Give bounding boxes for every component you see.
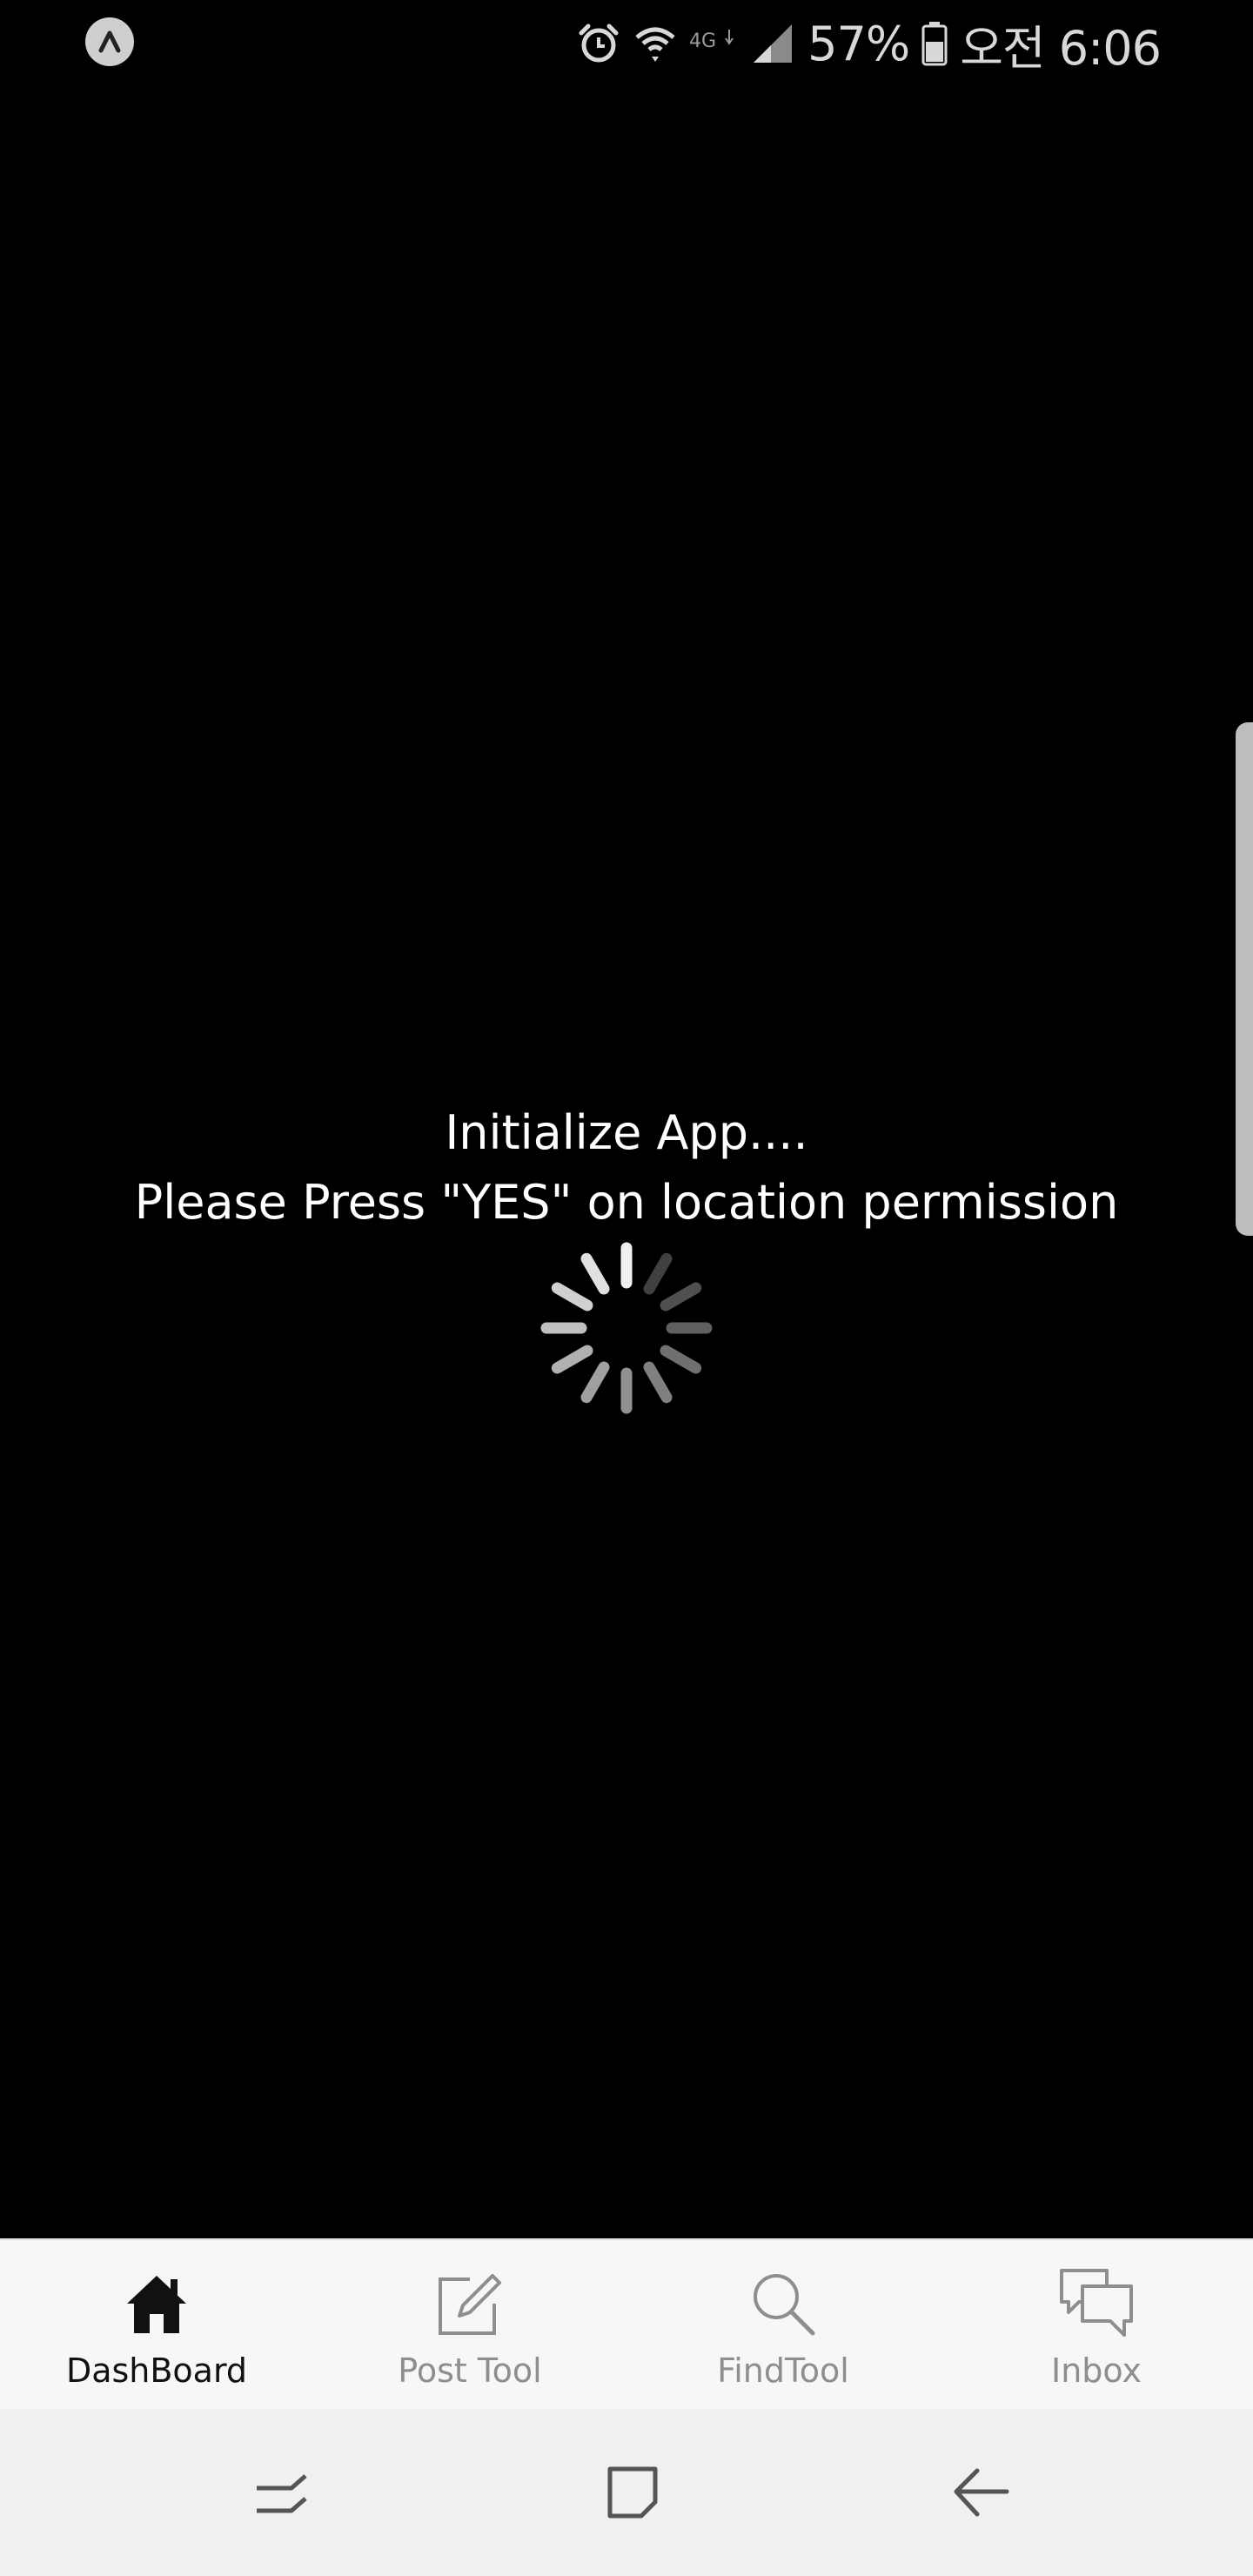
spinner-spoke (660, 1282, 702, 1311)
alarm-icon (576, 21, 621, 66)
spinner-spoke (660, 1345, 702, 1374)
back-icon[interactable] (938, 2449, 1025, 2536)
edit-icon (428, 2264, 512, 2343)
system-nav-bar (0, 2409, 1253, 2576)
loading-instruction: Please Press "YES" on location permissio… (134, 1175, 1119, 1230)
recent-apps-icon[interactable] (238, 2449, 325, 2536)
spinner-spoke (551, 1345, 593, 1374)
tab-find-tool[interactable]: FindTool (626, 2240, 940, 2411)
spinner-spoke (580, 1252, 610, 1295)
loading-spinner-icon (540, 1242, 713, 1414)
spinner-spoke (551, 1282, 593, 1311)
tab-label: DashBoard (65, 2351, 248, 2390)
search-icon (741, 2264, 825, 2343)
spinner-spoke (580, 1361, 610, 1404)
tab-label: Inbox (1051, 2351, 1142, 2390)
home-square-icon[interactable] (588, 2449, 675, 2536)
app-screen: 4G 57% 오전 6:06 Initialize App.... Please… (0, 0, 1253, 2576)
tab-dashboard[interactable]: DashBoard (0, 2240, 313, 2411)
status-icons: 4G 57% 오전 6:06 (576, 7, 1162, 80)
clock: 오전 6:06 (960, 20, 1162, 76)
tab-label: FindTool (717, 2351, 849, 2390)
tab-post-tool[interactable]: Post Tool (313, 2240, 626, 2411)
status-bar: 4G 57% 오전 6:06 (0, 0, 1253, 87)
bottom-tab-bar: DashBoard Post Tool FindTool Inbox (0, 2238, 1253, 2411)
loading-title: Initialize App.... (445, 1105, 808, 1160)
wifi-icon (633, 22, 677, 65)
tab-label: Post Tool (398, 2351, 542, 2390)
lte-icon: 4G (689, 26, 738, 61)
loading-message: Initialize App.... Please Press "YES" on… (0, 1098, 1253, 1238)
signal-icon (750, 21, 795, 66)
tab-inbox[interactable]: Inbox (940, 2240, 1253, 2411)
spinner-spoke (643, 1361, 673, 1404)
app-notification-icon (85, 17, 134, 66)
svg-text:4G: 4G (689, 30, 716, 52)
battery-icon (921, 21, 948, 66)
chat-icon (1055, 2264, 1138, 2343)
home-icon (115, 2264, 198, 2343)
battery-percent: 57% (807, 16, 910, 71)
spinner-spoke (643, 1252, 673, 1295)
